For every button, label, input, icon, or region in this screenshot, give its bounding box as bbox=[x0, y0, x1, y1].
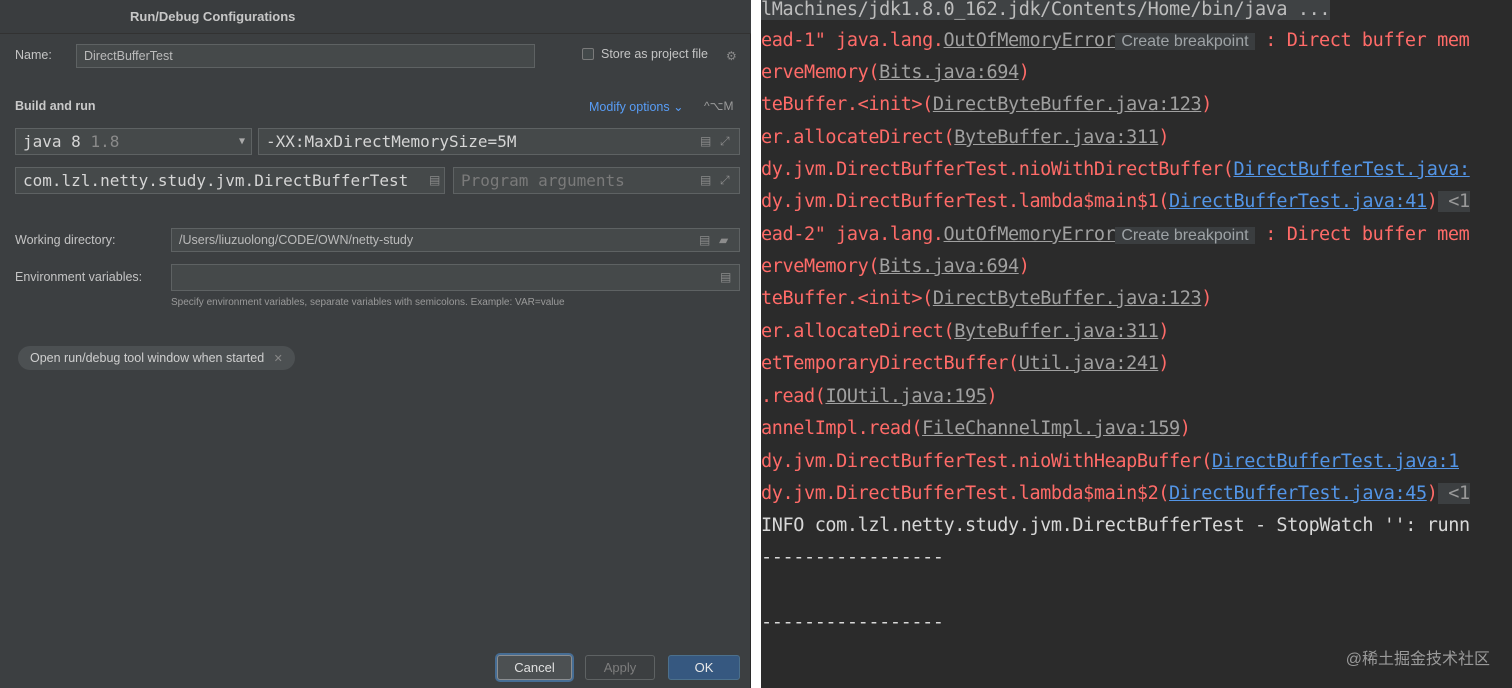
source-link[interactable]: DirectBufferTest.java: bbox=[1233, 159, 1470, 180]
console-line: er.allocateDirect(ByteBuffer.java:311) bbox=[761, 321, 1170, 342]
name-value: DirectBufferTest bbox=[84, 49, 173, 63]
chip-label: Open run/debug tool window when started bbox=[30, 351, 265, 365]
expand-icon[interactable]: ⤢ bbox=[720, 135, 732, 147]
exception-link[interactable]: OutOfMemoryError bbox=[944, 224, 1116, 245]
console-line: annelImpl.read(FileChannelImpl.java:159) bbox=[761, 418, 1191, 439]
source-link[interactable]: Util.java:241 bbox=[1019, 353, 1159, 374]
console-line: erveMemory(Bits.java:694) bbox=[761, 62, 1030, 83]
ok-button[interactable]: OK bbox=[668, 655, 740, 680]
source-link[interactable]: ByteBuffer.java:311 bbox=[954, 127, 1158, 148]
browse-icon[interactable]: ▤ bbox=[429, 174, 441, 186]
source-link[interactable]: DirectBufferTest.java:41 bbox=[1169, 191, 1427, 212]
jdk-version: 1.8 bbox=[90, 132, 120, 151]
console-line: dy.jvm.DirectBufferTest.lambda$main$2(Di… bbox=[761, 483, 1470, 504]
name-label: Name: bbox=[15, 48, 52, 62]
console-line: teBuffer.<init>(DirectByteBuffer.java:12… bbox=[761, 94, 1213, 115]
watermark: @稀土掘金技术社区 bbox=[1345, 651, 1490, 668]
console-line: dy.jvm.DirectBufferTest.nioWithHeapBuffe… bbox=[761, 451, 1459, 472]
more-frames-badge[interactable]: <1 bbox=[1437, 191, 1470, 212]
source-link[interactable]: Bits.java:694 bbox=[879, 256, 1019, 277]
console-line: erveMemory(Bits.java:694) bbox=[761, 256, 1030, 277]
console-line: dy.jvm.DirectBufferTest.lambda$main$1(Di… bbox=[761, 191, 1470, 212]
main-class-value: com.lzl.netty.study.jvm.DirectBufferTest bbox=[23, 171, 409, 190]
working-directory-label: Working directory: bbox=[15, 233, 116, 247]
cancel-button[interactable]: Cancel bbox=[497, 655, 572, 680]
environment-variables-label: Environment variables: bbox=[15, 270, 143, 284]
gear-icon[interactable]: ⚙ bbox=[726, 50, 738, 62]
jdk-select[interactable]: java 8 1.8 ▼ bbox=[15, 128, 252, 155]
jdk-name: java 8 bbox=[23, 132, 81, 151]
console-line: er.allocateDirect(ByteBuffer.java:311) bbox=[761, 127, 1170, 148]
apply-button[interactable]: Apply bbox=[585, 655, 655, 680]
console-line: teBuffer.<init>(DirectByteBuffer.java:12… bbox=[761, 288, 1213, 309]
create-breakpoint-link[interactable]: Create breakpoint bbox=[1115, 227, 1255, 244]
source-link[interactable]: Bits.java:694 bbox=[879, 62, 1019, 83]
source-link[interactable]: ByteBuffer.java:311 bbox=[954, 321, 1158, 342]
document-icon[interactable]: ▤ bbox=[700, 135, 712, 147]
working-directory-value: /Users/liuzuolong/CODE/OWN/netty-study bbox=[179, 233, 414, 247]
console-line: .read(IOUtil.java:195) bbox=[761, 386, 998, 407]
console-output: lMachines/jdk1.8.0_162.jdk/Contents/Home… bbox=[761, 0, 1512, 688]
console-line: ----------------- bbox=[761, 547, 944, 568]
console-line: etTemporaryDirectBuffer(Util.java:241) bbox=[761, 353, 1170, 374]
working-directory-field[interactable]: /Users/liuzuolong/CODE/OWN/netty-study bbox=[171, 228, 740, 252]
source-link[interactable]: IOUtil.java:195 bbox=[825, 386, 986, 407]
name-field[interactable]: DirectBufferTest bbox=[76, 44, 535, 68]
program-arguments-placeholder: Program arguments bbox=[461, 171, 625, 190]
source-link[interactable]: DirectByteBuffer.java:123 bbox=[933, 94, 1202, 115]
console-line: ead-2" java.lang.OutOfMemoryError Create … bbox=[761, 224, 1470, 245]
console-line: lMachines/jdk1.8.0_162.jdk/Contents/Home… bbox=[761, 0, 1331, 20]
open-tool-window-chip[interactable]: Open run/debug tool window when started … bbox=[18, 346, 295, 370]
modify-options-shortcut: ^⌥M bbox=[704, 99, 734, 113]
source-link[interactable]: DirectBufferTest.java:1 bbox=[1212, 451, 1459, 472]
vm-options-field[interactable]: -XX:MaxDirectMemorySize=5M bbox=[258, 128, 740, 155]
close-icon[interactable]: ✕ bbox=[274, 353, 283, 365]
folder-icon[interactable]: ▰ bbox=[719, 234, 731, 246]
console-line: dy.jvm.DirectBufferTest.nioWithDirectBuf… bbox=[761, 159, 1470, 180]
console-line: ----------------- bbox=[761, 612, 944, 633]
program-arguments-field[interactable]: Program arguments bbox=[453, 167, 740, 194]
environment-variables-hint: Specify environment variables, separate … bbox=[171, 297, 565, 308]
source-link[interactable]: FileChannelImpl.java:159 bbox=[922, 418, 1180, 439]
chevron-down-icon: ⌄ bbox=[673, 100, 684, 114]
dialog-title: Run/Debug Configurations bbox=[130, 9, 296, 24]
main-class-field[interactable]: com.lzl.netty.study.jvm.DirectBufferTest bbox=[15, 167, 445, 194]
store-project-checkbox[interactable] bbox=[582, 48, 594, 60]
exception-link[interactable]: OutOfMemoryError bbox=[944, 30, 1116, 51]
vm-options-value: -XX:MaxDirectMemorySize=5M bbox=[266, 132, 517, 151]
document-icon[interactable]: ▤ bbox=[720, 271, 732, 283]
console-line: ead-1" java.lang.OutOfMemoryError Create … bbox=[761, 30, 1470, 51]
expand-icon[interactable]: ⤢ bbox=[720, 174, 732, 186]
document-icon[interactable]: ▤ bbox=[699, 234, 711, 246]
store-project-label: Store as project file bbox=[601, 47, 708, 61]
create-breakpoint-link[interactable]: Create breakpoint bbox=[1115, 33, 1255, 50]
source-link[interactable]: DirectByteBuffer.java:123 bbox=[933, 288, 1202, 309]
source-link[interactable]: DirectBufferTest.java:45 bbox=[1169, 483, 1427, 504]
dropdown-arrow-icon: ▼ bbox=[238, 136, 245, 147]
run-debug-dialog: Run/Debug Configurations Name: DirectBuf… bbox=[0, 0, 751, 688]
build-run-heading: Build and run bbox=[15, 99, 96, 113]
environment-variables-field[interactable] bbox=[171, 264, 740, 291]
image-separator bbox=[751, 0, 761, 688]
console-line: INFO com.lzl.netty.study.jvm.DirectBuffe… bbox=[761, 515, 1470, 536]
more-frames-badge[interactable]: <1 bbox=[1437, 483, 1470, 504]
modify-options-link[interactable]: Modify options ⌄ bbox=[589, 99, 684, 114]
document-icon[interactable]: ▤ bbox=[700, 174, 712, 186]
dialog-titlebar: Run/Debug Configurations bbox=[0, 0, 751, 34]
